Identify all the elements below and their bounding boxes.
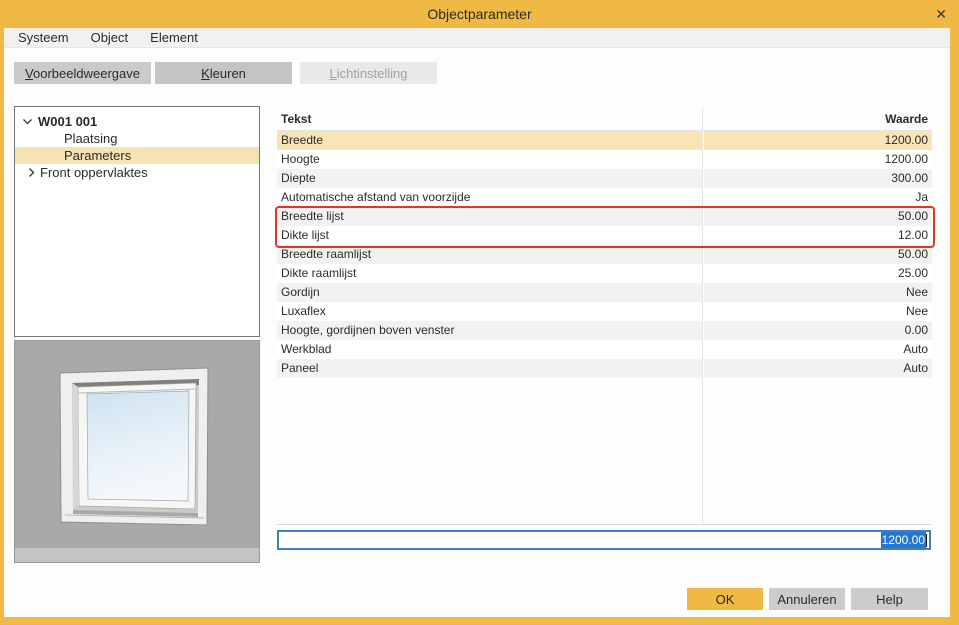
cell-tekst: Breedte lijst [277, 207, 702, 226]
objectparameter-dialog: Objectparameter ✕ Systeem Object Element… [0, 0, 959, 625]
cell-tekst: Automatische afstand van voorzijde [277, 188, 702, 207]
cell-waarde: 1200.00 [704, 150, 932, 169]
window-border-bottom [0, 617, 959, 625]
cell-waarde: Auto [704, 340, 932, 359]
cell-tekst: Breedte raamlijst [277, 245, 702, 264]
tree-item[interactable]: Front oppervlaktes [15, 164, 259, 181]
cell-waarde: Auto [704, 359, 932, 378]
cell-tekst: Werkblad [277, 340, 702, 359]
table-row[interactable]: Breedte lijst 50.00 [277, 207, 932, 226]
lichtinstelling-button: Lichtinstelling [300, 62, 437, 84]
cell-tekst: Luxaflex [277, 302, 702, 321]
cell-waarde: 300.00 [704, 169, 932, 188]
ok-button[interactable]: OK [687, 588, 763, 610]
menu-object[interactable]: Object [91, 30, 129, 45]
menu-systeem[interactable]: Systeem [18, 30, 69, 45]
tree-root-w001-001[interactable]: W001 001 [15, 112, 259, 130]
cell-waarde: 1200.00 [704, 131, 932, 150]
cell-tekst: Dikte lijst [277, 226, 702, 245]
cell-tekst: Hoogte, gordijnen boven venster [277, 321, 702, 340]
table-row[interactable]: Diepte 300.00 [277, 169, 932, 188]
header-tekst: Tekst [277, 112, 702, 126]
object-preview [14, 340, 260, 563]
cell-waarde: Nee [704, 302, 932, 321]
chevron-right-icon [26, 167, 37, 178]
selected-text: 1200.00 [881, 532, 926, 548]
cell-waarde: 50.00 [704, 245, 932, 264]
cell-tekst: Breedte [277, 131, 702, 150]
cell-waarde: 25.00 [704, 264, 932, 283]
window-border-left [0, 28, 4, 625]
text-caret [926, 534, 927, 547]
dialog-title: Objectparameter [0, 6, 959, 22]
table-row[interactable]: Hoogte 1200.00 [277, 150, 932, 169]
cell-tekst: Paneel [277, 359, 702, 378]
cell-tekst: Diepte [277, 169, 702, 188]
window-3d-render [15, 341, 259, 562]
help-button[interactable]: Help [851, 588, 928, 610]
tree-item[interactable]: Parameters [15, 147, 259, 164]
table-row[interactable]: Breedte raamlijst 50.00 [277, 245, 932, 264]
table-row[interactable]: Automatische afstand van voorzijde Ja [277, 188, 932, 207]
titlebar[interactable]: Objectparameter ✕ [0, 0, 959, 28]
table-row[interactable]: Dikte lijst 12.00 [277, 226, 932, 245]
tree-item[interactable]: Plaatsing [15, 130, 259, 147]
voorbeeldweergave-button[interactable]: Voorbeeldweergave [14, 62, 151, 84]
table-body: Breedte 1200.00 Hoogte 1200.00 Diepte 30… [277, 131, 932, 378]
cell-tekst: Gordijn [277, 283, 702, 302]
cell-tekst: Hoogte [277, 150, 702, 169]
value-input[interactable]: 1200.00 [277, 530, 931, 550]
tree-item-label: Plaatsing [64, 131, 117, 146]
table-row[interactable]: Breedte 1200.00 [277, 131, 932, 150]
chevron-down-icon [22, 116, 33, 127]
cell-waarde: Nee [704, 283, 932, 302]
close-icon[interactable]: ✕ [935, 5, 947, 23]
window-border-right [950, 28, 959, 625]
tree-item-label: Parameters [64, 148, 131, 163]
parameter-table: Tekst Waarde Breedte 1200.00 Hoogte 1200… [277, 108, 932, 525]
table-row[interactable]: Gordijn Nee [277, 283, 932, 302]
menubar: Systeem Object Element [4, 28, 950, 48]
table-row[interactable]: Dikte raamlijst 25.00 [277, 264, 932, 283]
header-waarde: Waarde [704, 112, 932, 126]
tree-item-label: Front oppervlaktes [40, 165, 148, 180]
menu-element[interactable]: Element [150, 30, 198, 45]
table-row[interactable]: Luxaflex Nee [277, 302, 932, 321]
object-tree-panel: W001 001 Plaatsing Parameters Front oppe… [14, 106, 260, 337]
cancel-button[interactable]: Annuleren [769, 588, 845, 610]
cell-waarde: 0.00 [704, 321, 932, 340]
kleuren-button[interactable]: Kleuren [155, 62, 292, 84]
table-header: Tekst Waarde [277, 108, 932, 131]
cell-waarde: 12.00 [704, 226, 932, 245]
table-row[interactable]: Hoogte, gordijnen boven venster 0.00 [277, 321, 932, 340]
cell-waarde: 50.00 [704, 207, 932, 226]
cell-waarde: Ja [704, 188, 932, 207]
tree-root-label: W001 001 [38, 114, 97, 129]
cell-tekst: Dikte raamlijst [277, 264, 702, 283]
table-row[interactable]: Paneel Auto [277, 359, 932, 378]
table-row[interactable]: Werkblad Auto [277, 340, 932, 359]
